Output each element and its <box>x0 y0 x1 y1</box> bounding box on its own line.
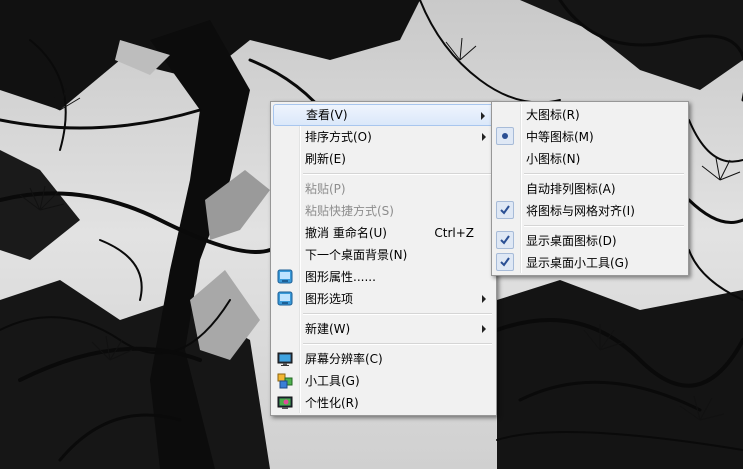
menu-item-personalize[interactable]: 个性化(R) <box>273 392 494 414</box>
checkmark-icon <box>496 231 514 249</box>
menu-item-paste-shortcut[interactable]: 粘贴快捷方式(S) <box>273 200 494 222</box>
menu-item-paste[interactable]: 粘贴(P) <box>273 178 494 200</box>
submenu-arrow-icon <box>482 325 486 333</box>
submenu-arrow-icon <box>481 112 485 120</box>
view-submenu: 大图标(R) 中等图标(M) 小图标(N) 自动排列图标(A) 将图标与网格对齐… <box>491 101 689 276</box>
menu-item-label: 小工具(G) <box>305 374 360 388</box>
menu-item-graphics-options[interactable]: 图形选项 <box>273 288 494 310</box>
menu-item-show-desktop-icons[interactable]: 显示桌面图标(D) <box>494 230 686 252</box>
radio-selected-icon <box>496 127 514 145</box>
checkmark-icon <box>496 201 514 219</box>
menu-item-label: 图形选项 <box>305 292 354 306</box>
menu-separator <box>494 170 686 178</box>
menu-item-label: 排序方式(O) <box>305 130 372 144</box>
menu-item-label: 粘贴快捷方式(S) <box>305 204 394 218</box>
personalize-icon <box>277 395 293 411</box>
menu-item-label: 查看(V) <box>306 108 348 122</box>
menu-item-auto-arrange[interactable]: 自动排列图标(A) <box>494 178 686 200</box>
menu-item-large-icons[interactable]: 大图标(R) <box>494 104 686 126</box>
menu-item-label: 中等图标(M) <box>526 130 594 144</box>
menu-item-medium-icons[interactable]: 中等图标(M) <box>494 126 686 148</box>
menu-item-screen-resolution[interactable]: 屏幕分辨率(C) <box>273 348 494 370</box>
menu-item-graphics-properties[interactable]: 图形属性...... <box>273 266 494 288</box>
menu-item-label: 大图标(R) <box>526 108 580 122</box>
menu-separator <box>273 170 494 178</box>
menu-item-refresh[interactable]: 刷新(E) <box>273 148 494 170</box>
menu-item-new[interactable]: 新建(W) <box>273 318 494 340</box>
display-monitor-icon <box>277 351 293 367</box>
menu-item-show-desktop-gadgets[interactable]: 显示桌面小工具(G) <box>494 252 686 274</box>
menu-item-undo-rename[interactable]: 撤消 重命名(U) Ctrl+Z <box>273 222 494 244</box>
menu-item-label: 图形属性...... <box>305 270 376 284</box>
menu-item-label: 个性化(R) <box>305 396 359 410</box>
menu-item-shortcut: Ctrl+Z <box>434 226 474 240</box>
checkmark-icon <box>496 253 514 271</box>
submenu-arrow-icon <box>482 295 486 303</box>
menu-item-label: 新建(W) <box>305 322 351 336</box>
menu-item-label: 粘贴(P) <box>305 182 346 196</box>
menu-item-label: 刷新(E) <box>305 152 346 166</box>
menu-item-next-background[interactable]: 下一个桌面背景(N) <box>273 244 494 266</box>
menu-item-label: 显示桌面小工具(G) <box>526 256 629 270</box>
submenu-arrow-icon <box>482 133 486 141</box>
menu-item-label: 将图标与网格对齐(I) <box>526 204 635 218</box>
intel-graphics-icon <box>277 269 293 285</box>
menu-separator <box>273 310 494 318</box>
menu-item-label: 显示桌面图标(D) <box>526 234 617 248</box>
menu-item-label: 自动排列图标(A) <box>526 182 616 196</box>
menu-item-label: 屏幕分辨率(C) <box>305 352 383 366</box>
menu-item-sort-by[interactable]: 排序方式(O) <box>273 126 494 148</box>
menu-item-align-to-grid[interactable]: 将图标与网格对齐(I) <box>494 200 686 222</box>
desktop-context-menu: 查看(V) 排序方式(O) 刷新(E) 粘贴(P) 粘贴快捷方式(S) 撤消 重… <box>270 101 497 416</box>
menu-separator <box>494 222 686 230</box>
menu-item-label: 下一个桌面背景(N) <box>305 248 408 262</box>
menu-separator <box>273 340 494 348</box>
menu-item-gadgets[interactable]: 小工具(G) <box>273 370 494 392</box>
intel-graphics-icon <box>277 291 293 307</box>
menu-item-view[interactable]: 查看(V) <box>273 104 494 126</box>
menu-item-small-icons[interactable]: 小图标(N) <box>494 148 686 170</box>
gadgets-icon <box>277 373 293 389</box>
menu-item-label: 撤消 重命名(U) <box>305 226 387 240</box>
menu-item-label: 小图标(N) <box>526 152 581 166</box>
